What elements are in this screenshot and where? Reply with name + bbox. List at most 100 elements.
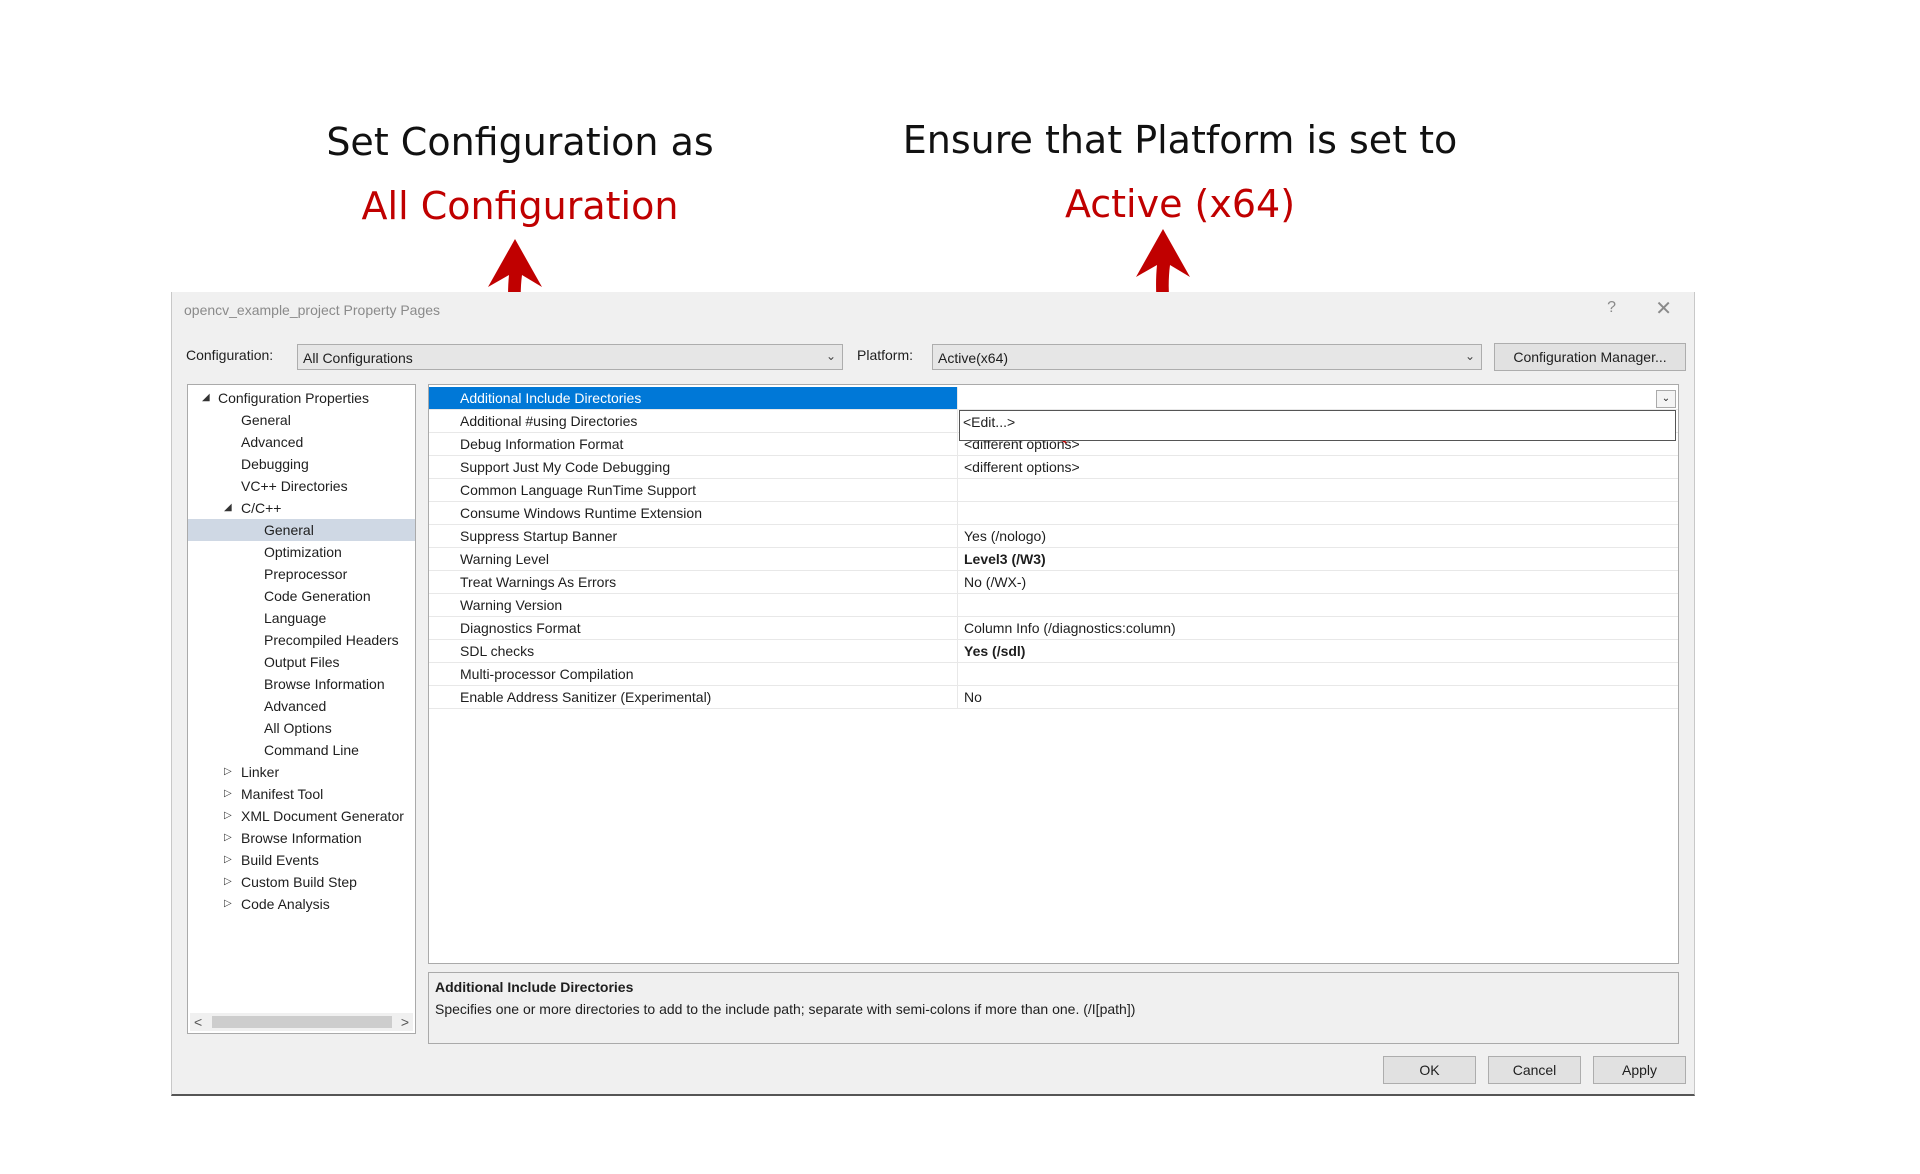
collapse-arrow-icon[interactable]: ◢ [202, 387, 210, 409]
scroll-right-icon[interactable]: > [401, 1013, 409, 1031]
apply-button[interactable]: Apply [1593, 1056, 1686, 1084]
tree-item-label: Optimization [264, 544, 342, 560]
annotation-highlight: All Configuration [361, 184, 679, 228]
tree-item-label: Build Events [241, 852, 319, 868]
cancel-button[interactable]: Cancel [1488, 1056, 1581, 1084]
tree-item-label: Command Line [264, 742, 359, 758]
property-row[interactable]: Diagnostics Format Column Info (/diagnost… [429, 617, 1678, 640]
help-button[interactable]: ? [1607, 299, 1616, 317]
configuration-value: All Configurations [303, 350, 413, 366]
property-row[interactable]: Suppress Startup Banner Yes (/nologo) [429, 525, 1678, 548]
property-row[interactable]: Warning Version [429, 594, 1678, 617]
tree-item[interactable]: ▷ Browse Information [188, 827, 415, 849]
tree-item[interactable]: ▷ Manifest Tool [188, 783, 415, 805]
collapse-arrow-icon[interactable]: ◢ [224, 497, 232, 519]
property-value[interactable] [959, 479, 1678, 501]
tree-item[interactable]: Precompiled Headers [188, 629, 415, 651]
tree-item-label: C/C++ [241, 500, 282, 516]
property-row[interactable]: Enable Address Sanitizer (Experimental) N… [429, 686, 1678, 709]
tree-item-label: Precompiled Headers [264, 632, 399, 648]
property-value[interactable]: No [959, 686, 1678, 708]
tree-item-label: Debugging [241, 456, 309, 472]
tree-item[interactable]: ◢ Configuration Properties [188, 387, 415, 409]
property-value[interactable] [959, 663, 1678, 685]
platform-select[interactable]: Active(x64) ⌄ [932, 344, 1482, 370]
close-button[interactable]: ✕ [1655, 296, 1672, 321]
horizontal-scrollbar[interactable]: < > [190, 1013, 413, 1031]
annotation-text: Set Configuration as [326, 120, 714, 164]
property-row[interactable]: SDL checks Yes (/sdl) [429, 640, 1678, 663]
edit-option[interactable]: <Edit...> [963, 414, 1015, 430]
property-row[interactable]: Common Language RunTime Support [429, 479, 1678, 502]
tree-item[interactable]: Preprocessor [188, 563, 415, 585]
tree-item-label: Preprocessor [264, 566, 348, 582]
property-name: Support Just My Code Debugging [429, 456, 958, 478]
tree-item[interactable]: All Options [188, 717, 415, 739]
tree-item[interactable]: Output Files [188, 651, 415, 673]
property-pages-dialog: opencv_example_project Property Pages ? … [171, 292, 1695, 1096]
tree-item[interactable]: ▷ Code Analysis [188, 893, 415, 915]
edit-dropdown-list[interactable]: <Edit...> [959, 410, 1676, 441]
property-value[interactable]: Yes (/nologo) [959, 525, 1678, 547]
tree-item[interactable]: ▷ Linker [188, 761, 415, 783]
tree-item[interactable]: ▷ Custom Build Step [188, 871, 415, 893]
property-name: Diagnostics Format [429, 617, 958, 639]
tree-item-label: Advanced [241, 434, 304, 450]
tree-item-label: General [241, 412, 291, 428]
tree-item[interactable]: Command Line [188, 739, 415, 761]
tree-item-label: General [264, 522, 314, 538]
scroll-left-icon[interactable]: < [194, 1013, 202, 1031]
property-value[interactable]: <different options> [959, 456, 1678, 478]
expand-arrow-icon[interactable]: ▷ [224, 783, 232, 805]
property-value[interactable]: Column Info (/diagnostics:column) [959, 617, 1678, 639]
tree-item[interactable]: Advanced [188, 431, 415, 453]
property-name: Warning Version [429, 594, 958, 616]
tree-item[interactable]: Debugging [188, 453, 415, 475]
tree-item-label: Manifest Tool [241, 786, 324, 802]
property-value[interactable] [959, 502, 1678, 524]
chevron-down-icon: ⌄ [1464, 349, 1475, 363]
expand-arrow-icon[interactable]: ▷ [224, 827, 232, 849]
tree-item-label: Browse Information [264, 676, 385, 692]
configuration-manager-button[interactable]: Configuration Manager... [1494, 343, 1686, 371]
property-value[interactable] [959, 594, 1678, 616]
tree-item[interactable]: ◢ C/C++ [188, 497, 415, 519]
property-row[interactable]: Treat Warnings As Errors No (/WX-) [429, 571, 1678, 594]
property-row[interactable]: Consume Windows Runtime Extension [429, 502, 1678, 525]
expand-arrow-icon[interactable]: ▷ [224, 849, 232, 871]
tree-item[interactable]: Code Generation [188, 585, 415, 607]
property-row[interactable]: Support Just My Code Debugging <different… [429, 456, 1678, 479]
tree-item-label: Custom Build Step [241, 874, 357, 890]
tree-item[interactable]: ▷ Build Events [188, 849, 415, 871]
dialog-title: opencv_example_project Property Pages [184, 302, 441, 318]
ok-button[interactable]: OK [1383, 1056, 1476, 1084]
annotation-text: Ensure that Platform is set to [902, 118, 1458, 162]
tree-item[interactable]: Language [188, 607, 415, 629]
property-row[interactable]: Additional Include Directories ⌄ [429, 387, 1678, 410]
tree-item[interactable]: Browse Information [188, 673, 415, 695]
scrollbar-thumb[interactable] [212, 1016, 392, 1028]
configuration-select[interactable]: All Configurations ⌄ [297, 344, 843, 370]
tree-item-label: All Options [264, 720, 332, 736]
property-value[interactable] [959, 387, 1678, 409]
property-value[interactable]: Yes (/sdl) [959, 640, 1678, 662]
chevron-down-icon[interactable]: ⌄ [1656, 390, 1676, 408]
expand-arrow-icon[interactable]: ▷ [224, 805, 232, 827]
tree-item[interactable]: Optimization [188, 541, 415, 563]
tree-item[interactable]: General [188, 519, 415, 541]
property-row[interactable]: Multi-processor Compilation [429, 663, 1678, 686]
property-name: SDL checks [429, 640, 958, 662]
tree-item[interactable]: Advanced [188, 695, 415, 717]
expand-arrow-icon[interactable]: ▷ [224, 893, 232, 915]
configuration-label: Configuration: [186, 347, 274, 363]
tree-item-label: Configuration Properties [218, 390, 369, 406]
expand-arrow-icon[interactable]: ▷ [224, 871, 232, 893]
tree-item[interactable]: General [188, 409, 415, 431]
property-value[interactable]: Level3 (/W3) [959, 548, 1678, 570]
property-name: Treat Warnings As Errors [429, 571, 958, 593]
tree-item[interactable]: ▷ XML Document Generator [188, 805, 415, 827]
property-value[interactable]: No (/WX-) [959, 571, 1678, 593]
property-row[interactable]: Warning Level Level3 (/W3) [429, 548, 1678, 571]
tree-item[interactable]: VC++ Directories [188, 475, 415, 497]
expand-arrow-icon[interactable]: ▷ [224, 761, 232, 783]
